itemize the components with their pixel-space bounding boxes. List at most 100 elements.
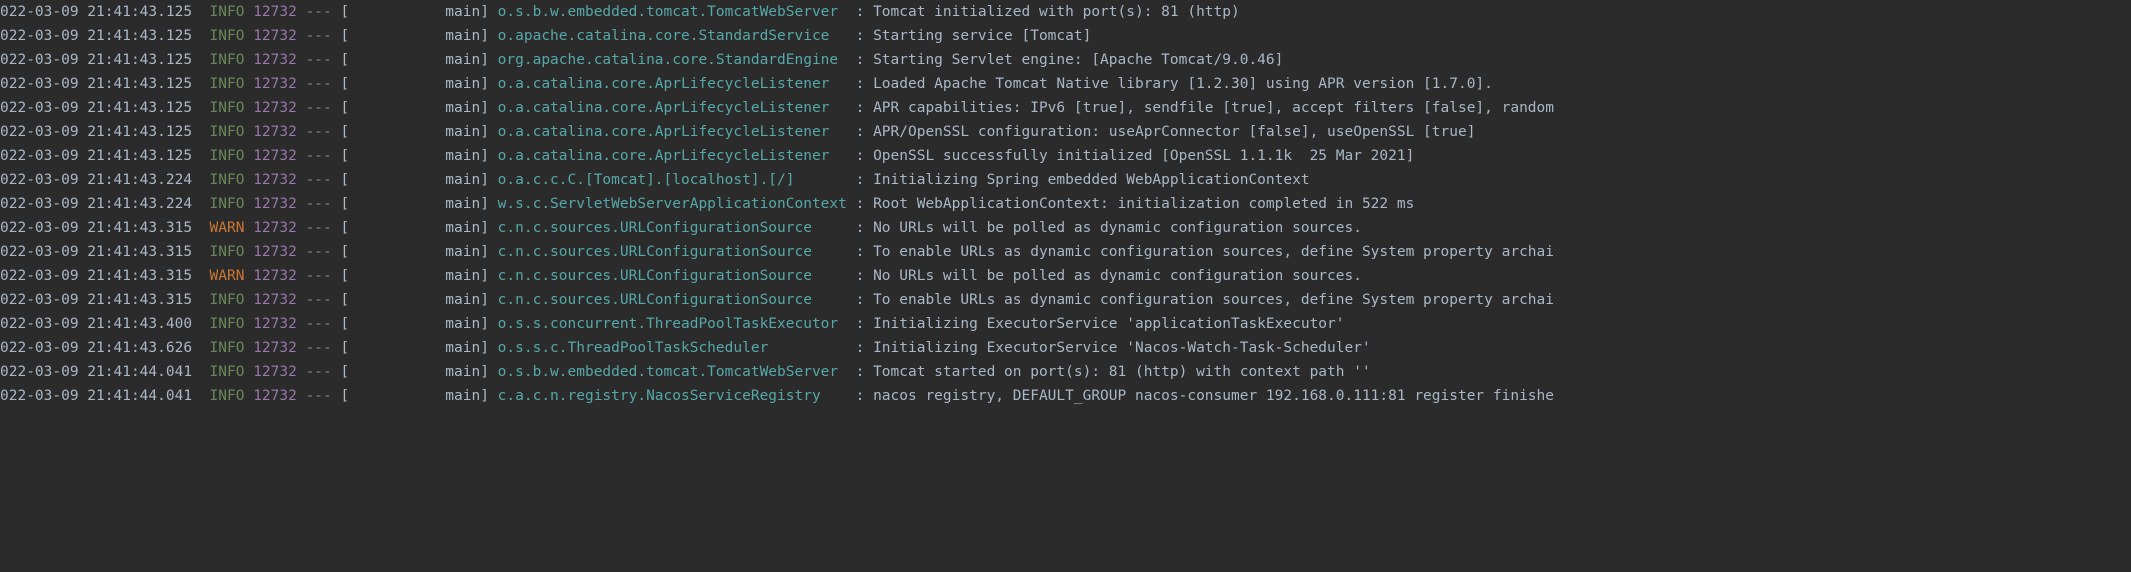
log-timestamp: 022-03-09 21:41:43.626 bbox=[0, 336, 192, 360]
log-separator: --- bbox=[306, 384, 332, 408]
log-message: Initializing ExecutorService 'Nacos-Watc… bbox=[873, 336, 1371, 360]
log-level: WARN bbox=[210, 216, 245, 240]
log-thread: main bbox=[349, 264, 480, 288]
log-level: INFO bbox=[210, 72, 245, 96]
log-thread: main bbox=[349, 48, 480, 72]
log-timestamp: 022-03-09 21:41:43.125 bbox=[0, 96, 192, 120]
log-pid: 12732 bbox=[253, 48, 297, 72]
log-separator: --- bbox=[306, 48, 332, 72]
log-logger: o.s.b.w.embedded.tomcat.TomcatWebServer bbox=[498, 360, 847, 384]
log-logger: o.a.catalina.core.AprLifecycleListener bbox=[498, 144, 847, 168]
log-pid: 12732 bbox=[253, 336, 297, 360]
log-pid: 12732 bbox=[253, 192, 297, 216]
log-level: INFO bbox=[210, 168, 245, 192]
log-timestamp: 022-03-09 21:41:43.125 bbox=[0, 120, 192, 144]
log-line: 022-03-09 21:41:43.400 INFO 12732 --- [ … bbox=[0, 312, 2131, 336]
log-thread: main bbox=[349, 120, 480, 144]
log-timestamp: 022-03-09 21:41:43.224 bbox=[0, 192, 192, 216]
log-message: Tomcat started on port(s): 81 (http) wit… bbox=[873, 360, 1371, 384]
log-level: INFO bbox=[210, 144, 245, 168]
log-logger: o.s.s.c.ThreadPoolTaskScheduler bbox=[498, 336, 847, 360]
log-message: To enable URLs as dynamic configuration … bbox=[873, 240, 1554, 264]
log-line: 022-03-09 21:41:43.315 INFO 12732 --- [ … bbox=[0, 288, 2131, 312]
log-message: nacos registry, DEFAULT_GROUP nacos-cons… bbox=[873, 384, 1554, 408]
log-thread: main bbox=[349, 288, 480, 312]
log-message: Loaded Apache Tomcat Native library [1.2… bbox=[873, 72, 1493, 96]
log-message: Tomcat initialized with port(s): 81 (htt… bbox=[873, 0, 1240, 24]
log-separator: --- bbox=[306, 264, 332, 288]
log-timestamp: 022-03-09 21:41:43.224 bbox=[0, 168, 192, 192]
log-message: Initializing Spring embedded WebApplicat… bbox=[873, 168, 1310, 192]
log-pid: 12732 bbox=[253, 168, 297, 192]
log-separator: --- bbox=[306, 144, 332, 168]
log-thread: main bbox=[349, 360, 480, 384]
log-line: 022-03-09 21:41:43.315 INFO 12732 --- [ … bbox=[0, 240, 2131, 264]
log-timestamp: 022-03-09 21:41:44.041 bbox=[0, 360, 192, 384]
log-timestamp: 022-03-09 21:41:43.315 bbox=[0, 216, 192, 240]
log-separator: --- bbox=[306, 336, 332, 360]
log-separator: --- bbox=[306, 312, 332, 336]
log-timestamp: 022-03-09 21:41:43.125 bbox=[0, 24, 192, 48]
log-thread: main bbox=[349, 72, 480, 96]
log-level: INFO bbox=[210, 24, 245, 48]
log-logger: o.a.catalina.core.AprLifecycleListener bbox=[498, 120, 847, 144]
log-line: 022-03-09 21:41:43.315 WARN 12732 --- [ … bbox=[0, 264, 2131, 288]
log-line: 022-03-09 21:41:43.125 INFO 12732 --- [ … bbox=[0, 72, 2131, 96]
log-timestamp: 022-03-09 21:41:43.125 bbox=[0, 144, 192, 168]
log-pid: 12732 bbox=[253, 288, 297, 312]
log-separator: --- bbox=[306, 216, 332, 240]
log-line: 022-03-09 21:41:43.125 INFO 12732 --- [ … bbox=[0, 120, 2131, 144]
log-level: INFO bbox=[210, 360, 245, 384]
log-message: Starting service [Tomcat] bbox=[873, 24, 1091, 48]
log-level: INFO bbox=[210, 384, 245, 408]
log-thread: main bbox=[349, 96, 480, 120]
log-message: No URLs will be polled as dynamic config… bbox=[873, 216, 1362, 240]
log-level: INFO bbox=[210, 192, 245, 216]
log-separator: --- bbox=[306, 240, 332, 264]
log-pid: 12732 bbox=[253, 384, 297, 408]
log-logger: org.apache.catalina.core.StandardEngine bbox=[498, 48, 847, 72]
log-line: 022-03-09 21:41:44.041 INFO 12732 --- [ … bbox=[0, 384, 2131, 408]
log-level: INFO bbox=[210, 336, 245, 360]
log-logger: o.a.c.c.C.[Tomcat].[localhost].[/] bbox=[498, 168, 847, 192]
log-logger: o.a.catalina.core.AprLifecycleListener bbox=[498, 72, 847, 96]
log-message: To enable URLs as dynamic configuration … bbox=[873, 288, 1554, 312]
log-line: 022-03-09 21:41:44.041 INFO 12732 --- [ … bbox=[0, 360, 2131, 384]
log-timestamp: 022-03-09 21:41:43.315 bbox=[0, 240, 192, 264]
log-timestamp: 022-03-09 21:41:43.315 bbox=[0, 264, 192, 288]
log-thread: main bbox=[349, 0, 480, 24]
log-thread: main bbox=[349, 336, 480, 360]
log-logger: c.n.c.sources.URLConfigurationSource bbox=[498, 264, 847, 288]
log-message: Root WebApplicationContext: initializati… bbox=[873, 192, 1414, 216]
log-level: INFO bbox=[210, 96, 245, 120]
log-message: Starting Servlet engine: [Apache Tomcat/… bbox=[873, 48, 1283, 72]
log-thread: main bbox=[349, 24, 480, 48]
log-line: 022-03-09 21:41:43.125 INFO 12732 --- [ … bbox=[0, 144, 2131, 168]
log-pid: 12732 bbox=[253, 120, 297, 144]
log-level: INFO bbox=[210, 120, 245, 144]
log-console[interactable]: 022-03-09 21:41:43.125 INFO 12732 --- [ … bbox=[0, 0, 2131, 572]
log-pid: 12732 bbox=[253, 144, 297, 168]
log-timestamp: 022-03-09 21:41:43.125 bbox=[0, 0, 192, 24]
log-message: APR capabilities: IPv6 [true], sendfile … bbox=[873, 96, 1554, 120]
log-thread: main bbox=[349, 216, 480, 240]
log-line: 022-03-09 21:41:43.224 INFO 12732 --- [ … bbox=[0, 168, 2131, 192]
log-line: 022-03-09 21:41:43.125 INFO 12732 --- [ … bbox=[0, 48, 2131, 72]
log-level: INFO bbox=[210, 0, 245, 24]
log-timestamp: 022-03-09 21:41:43.315 bbox=[0, 288, 192, 312]
log-thread: main bbox=[349, 240, 480, 264]
log-separator: --- bbox=[306, 192, 332, 216]
log-pid: 12732 bbox=[253, 96, 297, 120]
log-thread: main bbox=[349, 168, 480, 192]
log-logger: o.s.b.w.embedded.tomcat.TomcatWebServer bbox=[498, 0, 847, 24]
log-pid: 12732 bbox=[253, 72, 297, 96]
log-logger: c.n.c.sources.URLConfigurationSource bbox=[498, 288, 847, 312]
log-message: APR/OpenSSL configuration: useAprConnect… bbox=[873, 120, 1475, 144]
log-logger: c.n.c.sources.URLConfigurationSource bbox=[498, 216, 847, 240]
log-level: INFO bbox=[210, 240, 245, 264]
log-timestamp: 022-03-09 21:41:43.125 bbox=[0, 48, 192, 72]
log-pid: 12732 bbox=[253, 216, 297, 240]
log-pid: 12732 bbox=[253, 240, 297, 264]
log-line: 022-03-09 21:41:43.125 INFO 12732 --- [ … bbox=[0, 96, 2131, 120]
log-message: Initializing ExecutorService 'applicatio… bbox=[873, 312, 1344, 336]
